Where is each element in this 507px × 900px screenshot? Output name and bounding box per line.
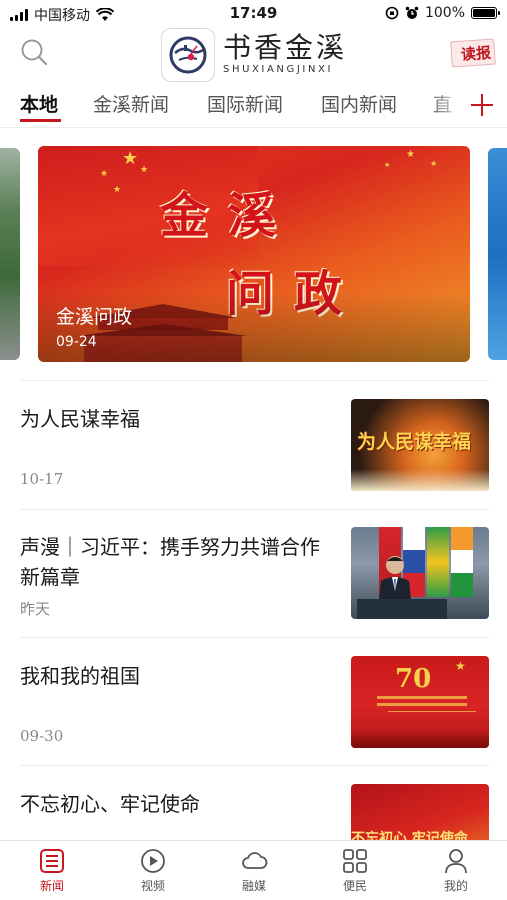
star-icon: ★ xyxy=(406,149,415,160)
divider xyxy=(20,509,489,510)
banner-date: 09-24 xyxy=(56,334,97,350)
nav-media[interactable]: 融媒 xyxy=(224,847,284,894)
active-tab-indicator xyxy=(20,119,61,122)
prev-slide-preview[interactable] xyxy=(0,148,20,360)
battery-text: 100% xyxy=(424,5,465,21)
app-logo-icon xyxy=(161,28,215,82)
news-item[interactable]: 我和我的祖国 09-30 70 ★ xyxy=(0,647,507,775)
star-icon: ★ xyxy=(100,169,109,179)
status-right: 100% xyxy=(385,5,500,21)
app-header: 书香金溪 SHUXIANGJINXI 读报 xyxy=(0,24,507,82)
star-icon: ★ xyxy=(430,159,438,168)
add-channel-icon[interactable] xyxy=(455,84,507,127)
battery-icon xyxy=(471,7,500,19)
tab-local[interactable]: 本地 xyxy=(20,90,58,117)
grid-icon xyxy=(343,849,367,873)
read-paper-button[interactable]: 读报 xyxy=(450,38,496,68)
nav-profile[interactable]: 我的 xyxy=(426,847,486,894)
nav-news-label: 新闻 xyxy=(39,879,64,893)
tab-domestic-news[interactable]: 国内新闻 xyxy=(321,90,397,117)
app-title: 书香金溪 xyxy=(223,31,348,64)
news-thumbnail: 为人民谋幸福 xyxy=(351,399,489,491)
app-logo: 书香金溪 SHUXIANGJINXI xyxy=(161,28,347,82)
tab-jinxi-news[interactable]: 金溪新闻 xyxy=(93,90,169,117)
search-icon[interactable] xyxy=(20,38,48,66)
news-date: 09-30 xyxy=(20,727,64,745)
nav-services[interactable]: 便民 xyxy=(325,847,385,894)
news-thumbnail xyxy=(351,527,489,619)
news-title: 声漫｜习近平：携手努力共谱合作新篇章 xyxy=(20,535,320,589)
nav-video[interactable]: 视频 xyxy=(123,847,183,894)
play-icon xyxy=(141,849,165,873)
news-list-icon xyxy=(40,849,64,873)
banner-caption: 金溪问政 xyxy=(56,306,133,328)
tab-international-news[interactable]: 国际新闻 xyxy=(207,90,283,117)
star-icon: ★ xyxy=(113,185,122,195)
star-icon: ★ xyxy=(122,148,139,169)
banner-slide[interactable]: ★ ★ ★ ★ ★ ★ ★ 金溪 问政 金溪问政 09-24 xyxy=(38,146,470,362)
alarm-icon xyxy=(405,6,419,19)
nav-news[interactable]: 新闻 xyxy=(22,847,82,894)
star-icon: ★ xyxy=(140,165,149,175)
thumbnail-text: 70 xyxy=(395,664,432,694)
banner-art-title-line1: 金溪 xyxy=(160,188,297,244)
news-item[interactable]: 为人民谋幸福 10-17 为人民谋幸福 xyxy=(0,390,507,518)
orientation-lock-icon xyxy=(385,6,399,20)
news-title: 为人民谋幸福 xyxy=(20,407,140,431)
news-item[interactable]: 声漫｜习近平：携手努力共谱合作新篇章 昨天 xyxy=(0,518,507,646)
thumbnail-text: 为人民谋幸福 xyxy=(357,431,472,453)
divider xyxy=(20,637,489,638)
category-tabs: 本地 金溪新闻 国际新闻 国内新闻 直 xyxy=(0,84,507,128)
user-icon xyxy=(445,849,467,874)
next-slide-preview[interactable] xyxy=(488,148,507,360)
news-date: 10-17 xyxy=(20,470,64,488)
divider xyxy=(20,765,489,766)
app-logo-text: 书香金溪 SHUXIANGJINXI xyxy=(223,33,347,77)
nav-video-label: 视频 xyxy=(140,879,165,893)
bottom-tab-bar: 新闻 视频 融媒 便民 我的 xyxy=(0,840,507,900)
star-icon: ★ xyxy=(384,161,391,169)
cloud-icon xyxy=(242,852,268,869)
read-paper-label: 读报 xyxy=(460,43,492,64)
news-title: 不忘初心、牢记使命 xyxy=(20,792,200,816)
nav-profile-label: 我的 xyxy=(443,879,468,893)
app-subtitle: SHUXIANGJINXI xyxy=(223,64,334,75)
divider xyxy=(20,380,489,381)
news-date: 昨天 xyxy=(20,600,51,618)
nav-services-label: 便民 xyxy=(342,879,367,893)
nav-media-label: 融媒 xyxy=(241,879,266,893)
news-thumbnail: 70 ★ xyxy=(351,656,489,748)
banner-carousel[interactable]: ★ ★ ★ ★ ★ ★ ★ 金溪 问政 金溪问政 09-24 xyxy=(0,146,507,364)
news-title: 我和我的祖国 xyxy=(20,664,140,688)
